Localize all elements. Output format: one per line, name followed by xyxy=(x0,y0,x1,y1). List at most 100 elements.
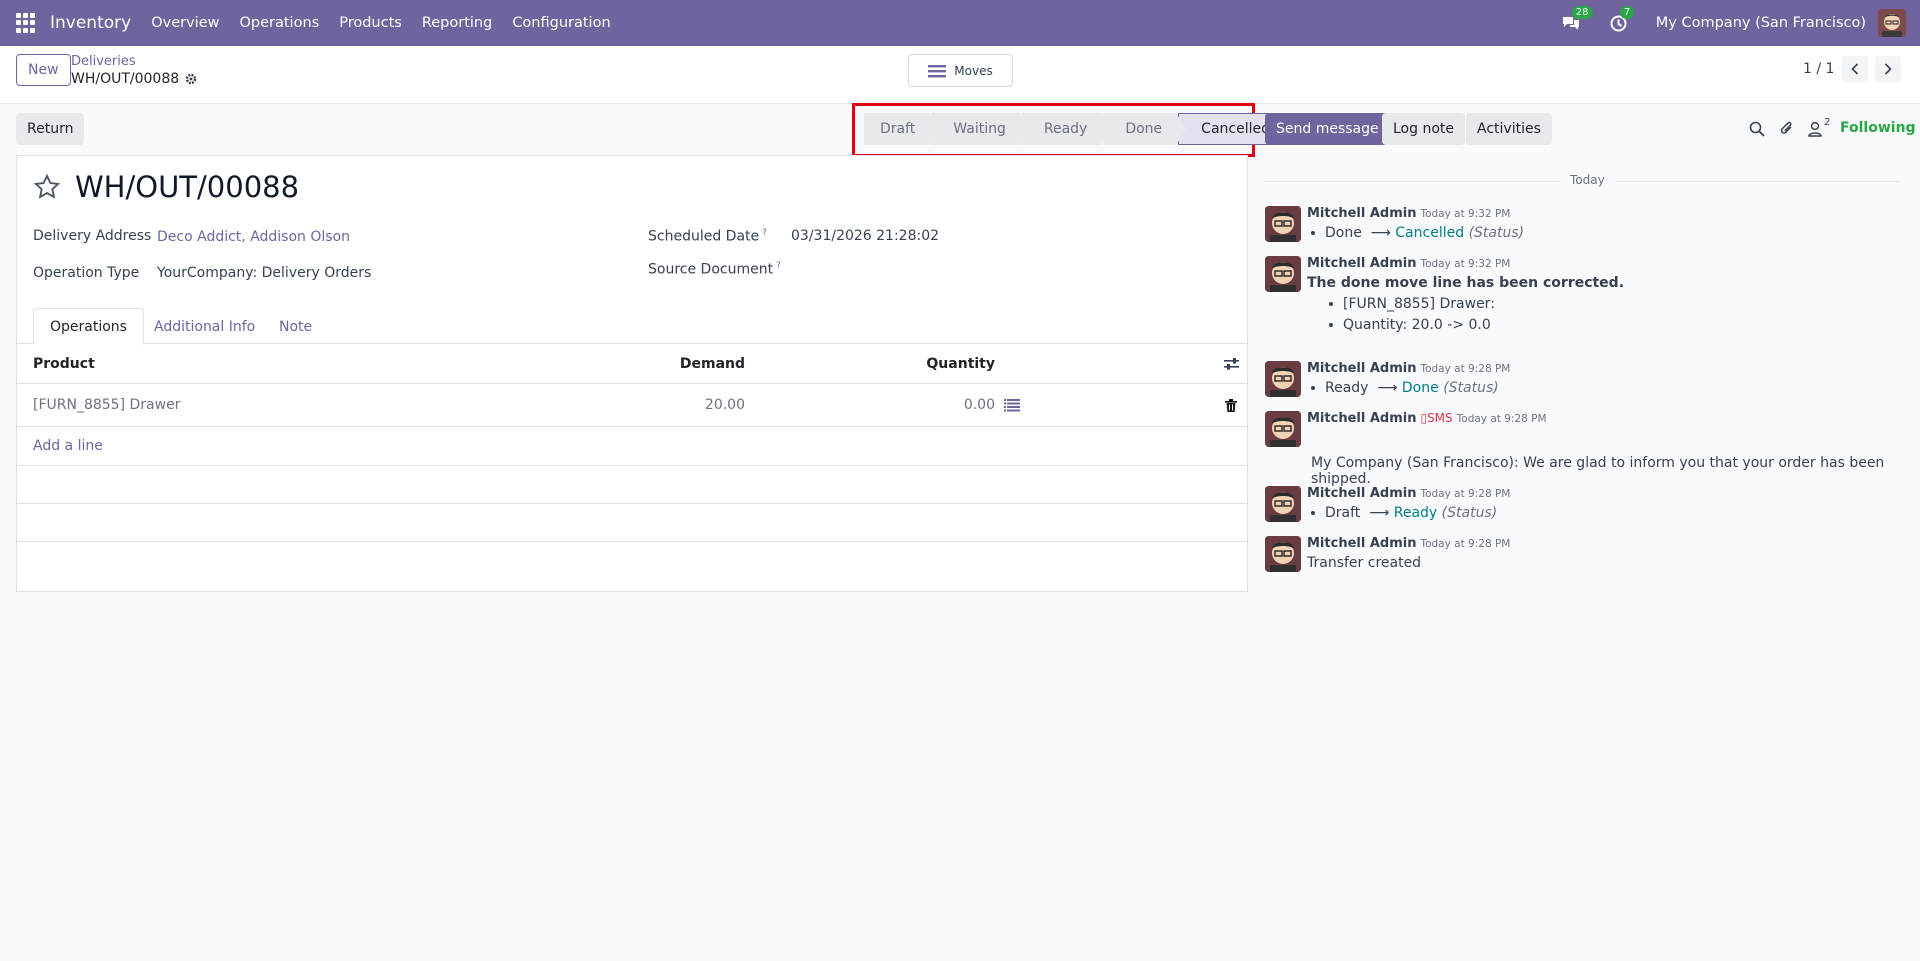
breadcrumb-deliveries[interactable]: Deliveries xyxy=(71,54,136,69)
sms-label: SMS xyxy=(1427,411,1453,425)
menu-operations[interactable]: Operations xyxy=(229,15,329,31)
user-icon xyxy=(1808,121,1822,137)
chevron-right-icon xyxy=(1884,63,1892,75)
stage-draft[interactable]: Draft xyxy=(864,113,940,145)
tab-additional-info[interactable]: Additional Info xyxy=(138,308,271,345)
pager-next-button[interactable] xyxy=(1875,56,1901,82)
control-panel: New Deliveries WH/OUT/00088 Moves 1 / 1 xyxy=(0,46,1920,104)
arrow-right-icon: ⟶ xyxy=(1364,505,1390,521)
add-line-row: Add a line xyxy=(17,427,1247,466)
scheduled-date-label-text: Scheduled Date xyxy=(648,228,760,245)
scheduled-date-label: Scheduled Date? xyxy=(648,228,767,245)
message-author: Mitchell Admin Today at 9:32 PM xyxy=(1307,256,1510,271)
activities-button-chatter[interactable]: Activities xyxy=(1466,113,1552,145)
message-body: Draft ⟶ Ready (Status) xyxy=(1307,505,1497,521)
user-avatar-icon xyxy=(1878,9,1906,37)
company-switcher[interactable]: My Company (San Francisco) xyxy=(1656,15,1866,31)
user-avatar-icon xyxy=(1265,256,1301,292)
pager-value[interactable]: 1 / 1 xyxy=(1803,61,1834,77)
followers-count: 2 xyxy=(1824,117,1831,128)
breadcrumb-current: WH/OUT/00088 xyxy=(71,71,197,87)
message-author-name[interactable]: Mitchell Admin xyxy=(1307,486,1416,501)
column-product[interactable]: Product xyxy=(33,344,95,383)
message-author-name[interactable]: Mitchell Admin xyxy=(1307,256,1416,271)
statusbar: Draft Waiting Ready Done Cancelled xyxy=(864,113,1287,145)
pager-previous-button[interactable] xyxy=(1842,56,1868,82)
table-row[interactable]: [FURN_8855] Drawer 20.00 0.00 xyxy=(17,384,1247,427)
user-avatar-icon xyxy=(1265,536,1301,572)
message-date: Today at 9:28 PM xyxy=(1420,538,1511,550)
operation-type-value[interactable]: YourCompany: Delivery Orders xyxy=(157,265,371,281)
user-avatar-icon xyxy=(1265,361,1301,397)
tracking-old-value: Ready xyxy=(1325,380,1369,396)
send-message-button[interactable]: Send message xyxy=(1265,113,1390,145)
row-quantity[interactable]: 0.00 xyxy=(907,384,995,426)
app-brand[interactable]: Inventory xyxy=(50,13,131,33)
new-button[interactable]: New xyxy=(16,54,71,86)
message-avatar[interactable] xyxy=(1265,361,1301,397)
message-avatar[interactable] xyxy=(1265,536,1301,572)
tracking-field: (Status) xyxy=(1443,380,1499,396)
message-author: Mitchell Admin Today at 9:28 PM xyxy=(1307,361,1510,376)
optional-columns-toggle[interactable] xyxy=(1224,344,1239,383)
record-title: WH/OUT/00088 xyxy=(75,170,300,204)
menu-overview[interactable]: Overview xyxy=(141,15,229,31)
message-text: Transfer created xyxy=(1307,555,1422,571)
empty-row xyxy=(17,466,1247,504)
message-avatar[interactable] xyxy=(1265,256,1301,292)
menu-configuration[interactable]: Configuration xyxy=(502,15,620,31)
scheduled-date-value[interactable]: 03/31/2026 21:28:02 xyxy=(791,228,939,244)
activities-button[interactable]: 7 xyxy=(1608,6,1635,34)
source-document-label: Source Document? xyxy=(648,261,781,278)
column-demand[interactable]: Demand xyxy=(677,344,745,383)
message-author-name[interactable]: Mitchell Admin xyxy=(1307,206,1416,221)
message-avatar[interactable] xyxy=(1265,486,1301,522)
help-tooltip-icon[interactable]: ? xyxy=(776,261,781,271)
following-button[interactable]: Following xyxy=(1840,120,1916,136)
message-list-item-text: [FURN_8855] Drawer: xyxy=(1343,296,1495,312)
help-tooltip-icon[interactable]: ? xyxy=(762,228,767,238)
row-demand[interactable]: 20.00 xyxy=(677,384,745,426)
message-author: Mitchell Admin Today at 9:28 PM xyxy=(1307,486,1510,501)
message-author-name[interactable]: Mitchell Admin xyxy=(1307,411,1416,426)
apps-grid-icon[interactable] xyxy=(16,13,36,33)
star-icon[interactable] xyxy=(33,173,61,201)
paperclip-icon[interactable] xyxy=(1779,120,1795,137)
row-product[interactable]: [FURN_8855] Drawer xyxy=(33,384,180,426)
detailed-operations-button[interactable] xyxy=(1004,384,1020,426)
empty-row xyxy=(17,504,1247,542)
search-icon[interactable] xyxy=(1749,121,1765,137)
return-button[interactable]: Return xyxy=(16,113,85,145)
message-list-item: [FURN_8855] Drawer: xyxy=(1325,296,1495,312)
log-note-button[interactable]: Log note xyxy=(1382,113,1465,145)
tab-operations[interactable]: Operations xyxy=(33,308,144,345)
user-avatar[interactable] xyxy=(1878,9,1906,37)
message-author-name[interactable]: Mitchell Admin xyxy=(1307,536,1416,551)
top-navbar: Inventory Overview Operations Products R… xyxy=(0,0,1920,46)
message-author-name[interactable]: Mitchell Admin xyxy=(1307,361,1416,376)
tracking-old-value: Draft xyxy=(1325,505,1361,521)
message-avatar[interactable] xyxy=(1265,411,1301,447)
menu-products[interactable]: Products xyxy=(329,15,412,31)
delivery-address-label: Delivery Address xyxy=(33,228,152,244)
message-author: Mitchell Admin ▯SMS Today at 9:28 PM xyxy=(1307,411,1547,426)
message-date: Today at 9:28 PM xyxy=(1420,363,1511,375)
followers-button[interactable]: 2 xyxy=(1808,117,1830,137)
tracking-field: (Status) xyxy=(1441,505,1498,521)
chevron-left-icon xyxy=(1851,63,1859,75)
stage-done[interactable]: Done xyxy=(1103,113,1186,145)
message-avatar[interactable] xyxy=(1265,206,1301,242)
delivery-address-value[interactable]: Deco Addict, Addison Olson xyxy=(157,229,350,245)
stage-waiting[interactable]: Waiting xyxy=(931,113,1030,145)
form-sheet: WH/OUT/00088 Delivery Address Deco Addic… xyxy=(16,155,1248,592)
menu-reporting[interactable]: Reporting xyxy=(412,15,503,31)
tab-note[interactable]: Note xyxy=(263,308,328,345)
add-line-link[interactable]: Add a line xyxy=(33,427,103,465)
moves-smart-button[interactable]: Moves xyxy=(908,54,1013,87)
messaging-button[interactable]: 28 xyxy=(1560,6,1593,34)
column-quantity[interactable]: Quantity xyxy=(907,344,995,383)
message-date: Today at 9:28 PM xyxy=(1456,413,1547,425)
stage-ready[interactable]: Ready xyxy=(1021,113,1112,145)
delete-row-button[interactable] xyxy=(1225,384,1237,426)
gear-icon[interactable] xyxy=(185,73,197,85)
